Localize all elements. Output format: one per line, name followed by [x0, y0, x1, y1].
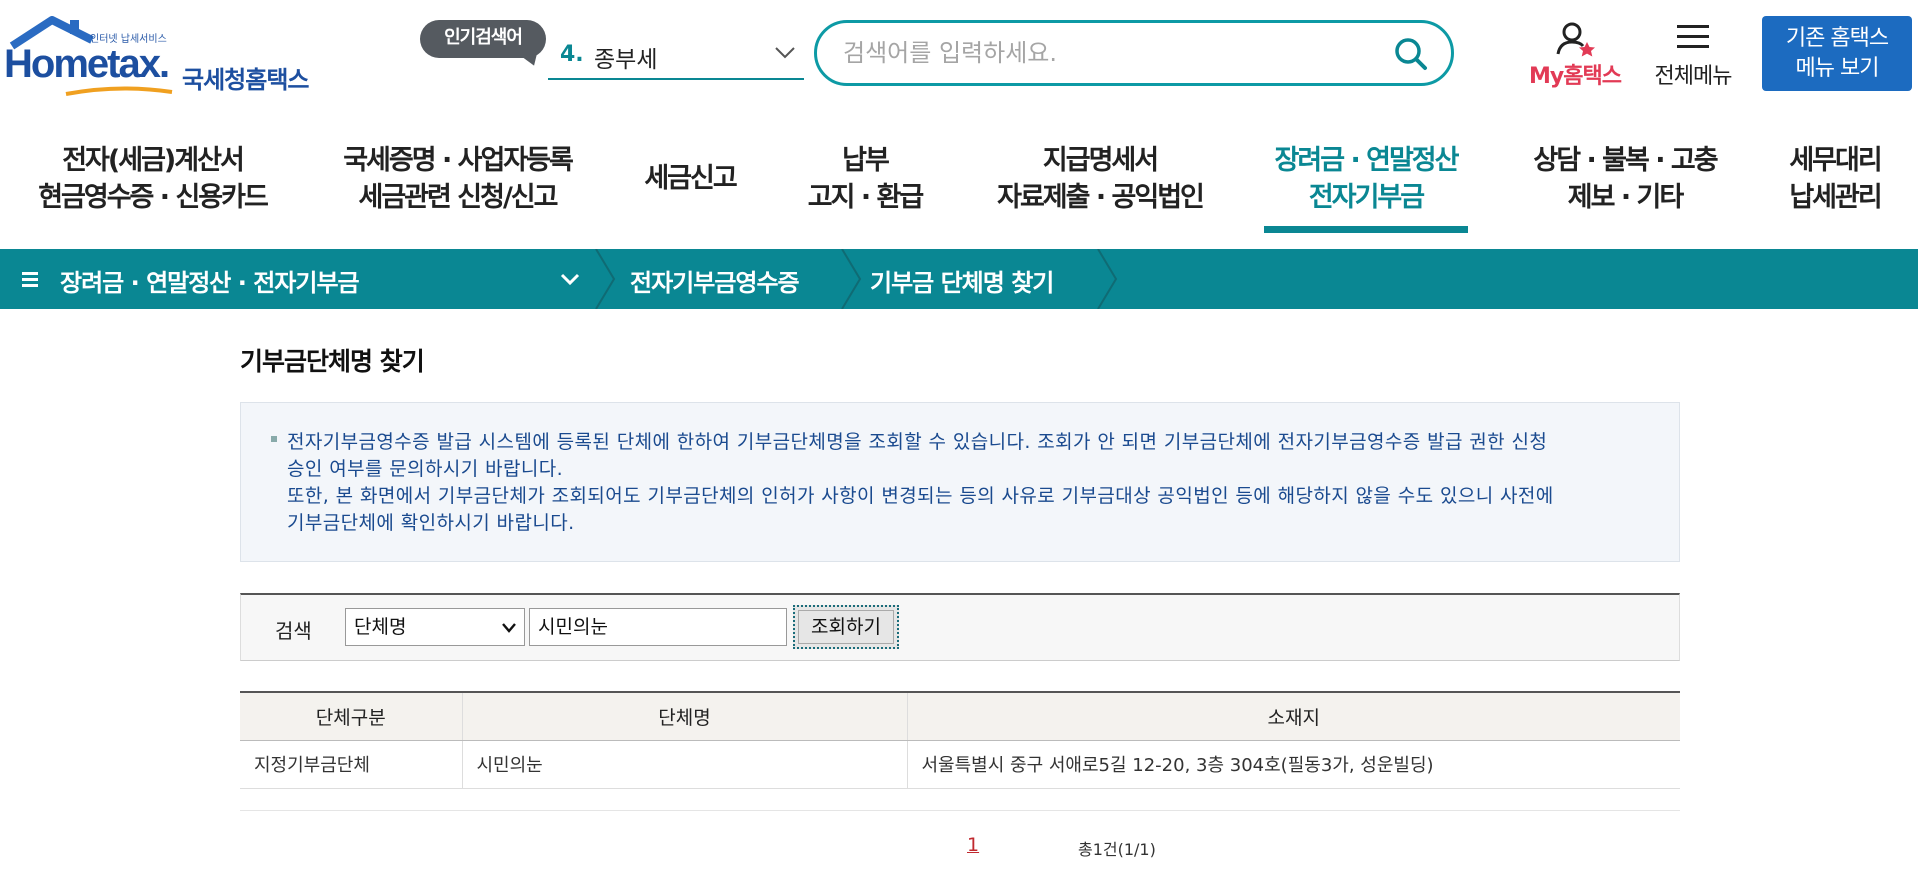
- old-menu-button[interactable]: 기존 홈택스 메뉴 보기: [1762, 16, 1912, 91]
- menu-icon: [22, 272, 38, 287]
- hamburger-icon: [1677, 25, 1709, 48]
- breadcrumb-separator-icon: [1097, 249, 1118, 309]
- gnb-line1: 세금신고: [644, 163, 737, 194]
- chevron-down-icon: [775, 47, 795, 59]
- popular-rank: 4.: [560, 42, 584, 67]
- chevron-down-icon[interactable]: [560, 273, 580, 287]
- divider: [240, 810, 1680, 811]
- global-search-box: [814, 20, 1454, 86]
- gnb-line1: 전자(세금)계산서: [62, 145, 245, 176]
- old-menu-line2: 메뉴 보기: [1795, 56, 1880, 81]
- result-table: 단체구분 단체명 소재지 지정기부금단체 시민의눈 서울특별시 중구 서애로5길…: [240, 691, 1680, 789]
- page-link-current[interactable]: 1: [967, 834, 979, 856]
- table-row[interactable]: 지정기부금단체 시민의눈 서울특별시 중구 서애로5길 12-20, 3층 30…: [240, 740, 1680, 789]
- table-header-row: 단체구분 단체명 소재지: [240, 691, 1680, 741]
- gnb-line2: 자료제출 · 공익법인: [997, 182, 1205, 213]
- notice-line: 기부금단체에 확인하시기 바랍니다.: [287, 512, 575, 534]
- gnb-active-indicator: [1264, 226, 1468, 233]
- gnb-consult[interactable]: 상담 · 불복 · 고충 제보 · 기타: [1520, 142, 1730, 232]
- gnb-line1: 국세증명 · 사업자등록: [343, 145, 574, 176]
- user-star-icon: [1556, 22, 1595, 57]
- gnb-line2: 납세관리: [1789, 182, 1882, 213]
- gnb-line1: 장려금 · 연말정산: [1274, 145, 1460, 176]
- search-button[interactable]: 조회하기: [793, 605, 899, 649]
- notice-line: 또한, 본 화면에서 기부금단체가 조회되어도 기부금단체의 인허가 사항이 변…: [287, 485, 1554, 507]
- page-title: 기부금단체명 찾기: [240, 347, 425, 376]
- notice-line: 승인 여부를 문의하시기 바랍니다.: [287, 458, 564, 480]
- search-icon[interactable]: [1393, 36, 1429, 72]
- gnb-line1: 지급명세서: [1042, 145, 1159, 176]
- breadcrumb: 장려금 · 연말정산 · 전자기부금 전자기부금영수증 기부금 단체명 찾기: [0, 249, 1918, 309]
- gnb-payment[interactable]: 납부 고지 · 환급: [795, 142, 935, 232]
- notice-line: 전자기부금영수증 발급 시스템에 등록된 단체에 한하여 기부금단체명을 조회할…: [287, 431, 1548, 453]
- table-cell[interactable]: 시민의눈: [461, 740, 907, 789]
- gnb-tax-report[interactable]: 세금신고: [630, 160, 750, 250]
- chevron-down-icon: [502, 623, 516, 633]
- gnb-line2: 제보 · 기타: [1567, 182, 1684, 213]
- gnb-line1: 납부: [842, 145, 890, 176]
- gnb-line2: 세금관련 신청/신고: [358, 182, 559, 213]
- bullet-icon: [271, 436, 277, 442]
- table-cell: 서울특별시 중구 서애로5길 12-20, 3층 304호(필동3가, 성운빌딩…: [906, 740, 1680, 789]
- breadcrumb-level3[interactable]: 기부금 단체명 찾기: [870, 263, 1054, 298]
- gnb-line2: 전자기부금: [1308, 182, 1425, 213]
- search-keyword-input[interactable]: 시민의눈: [529, 608, 787, 646]
- all-menu-label: 전체메뉴: [1654, 64, 1733, 89]
- search-panel: 검색 단체명 시민의눈 조회하기: [240, 593, 1680, 661]
- gnb-line2: 현금영수증 · 신용카드: [38, 182, 269, 213]
- gnb-tax-agent[interactable]: 세무대리 납세관리: [1775, 142, 1895, 232]
- popular-search-badge: 인기검색어: [420, 20, 546, 58]
- my-hometax-button[interactable]: My홈택스: [1520, 20, 1630, 90]
- table-cell: 지정기부금단체: [240, 740, 462, 789]
- my-hometax-label: My홈택스: [1529, 64, 1622, 89]
- column-header: 단체구분: [240, 691, 462, 741]
- gnb-line1: 상담 · 불복 · 고충: [1533, 145, 1718, 176]
- gnb-line1: 세무대리: [1789, 145, 1882, 176]
- gnb-certificate[interactable]: 국세증명 · 사업자등록 세금관련 신청/신고: [330, 142, 585, 232]
- search-input[interactable]: [843, 35, 1383, 71]
- gnb-payment-statement[interactable]: 지급명세서 자료제출 · 공익법인: [985, 142, 1215, 232]
- logo-brand: Hometax.: [4, 42, 170, 86]
- search-type-value: 단체명: [354, 616, 407, 638]
- notice-box: 전자기부금영수증 발급 시스템에 등록된 단체에 한하여 기부금단체명을 조회할…: [240, 402, 1680, 562]
- column-header: 단체명: [461, 691, 907, 741]
- breadcrumb-separator-icon: [841, 249, 862, 309]
- breadcrumb-level1[interactable]: 장려금 · 연말정산 · 전자기부금: [60, 263, 360, 298]
- old-menu-line1: 기존 홈택스: [1785, 26, 1889, 51]
- gnb-line2: 고지 · 환급: [807, 182, 924, 213]
- all-menu-button[interactable]: 전체메뉴: [1650, 20, 1736, 90]
- logo-swoosh-icon: [65, 86, 173, 96]
- popular-keyword-select[interactable]: 4. 종부세: [548, 30, 804, 80]
- search-label: 검색: [275, 619, 312, 643]
- breadcrumb-separator-icon: [595, 249, 616, 309]
- hometax-logo[interactable]: 인터넷 납세서비스 Hometax. 국세청홈택스: [4, 16, 334, 96]
- breadcrumb-level2[interactable]: 전자기부금영수증: [630, 263, 800, 298]
- gnb-incentive[interactable]: 장려금 · 연말정산 전자기부금: [1256, 142, 1476, 232]
- logo-korean-name: 국세청홈택스: [182, 66, 309, 94]
- gnb-e-invoice[interactable]: 전자(세금)계산서 현금영수증 · 신용카드: [30, 142, 275, 232]
- column-header: 소재지: [906, 691, 1680, 741]
- popular-keyword: 종부세: [594, 47, 658, 73]
- search-type-select[interactable]: 단체명: [345, 608, 525, 646]
- result-total: 총1건(1/1): [1078, 840, 1156, 859]
